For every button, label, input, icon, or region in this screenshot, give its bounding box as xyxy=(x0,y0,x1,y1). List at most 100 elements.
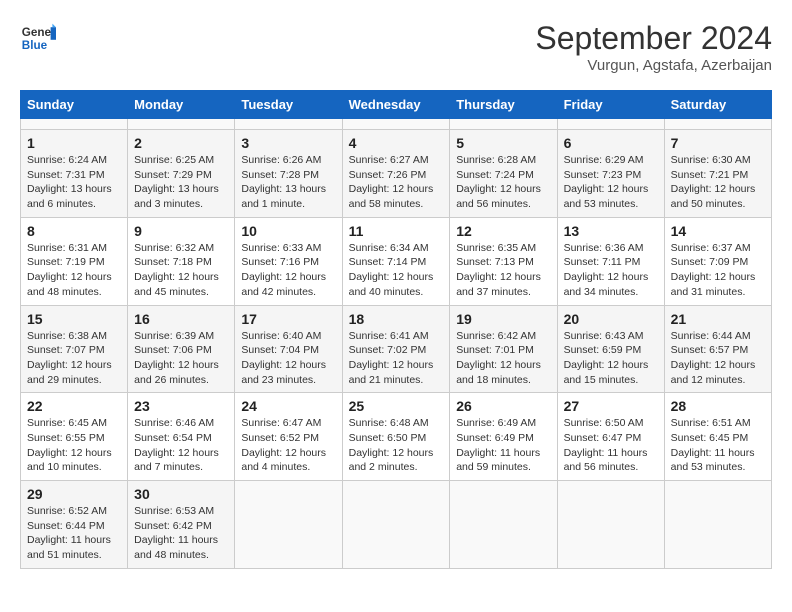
day-info: Sunrise: 6:48 AM Sunset: 6:50 PM Dayligh… xyxy=(349,416,444,475)
day-info: Sunrise: 6:50 AM Sunset: 6:47 PM Dayligh… xyxy=(564,416,658,475)
day-number: 4 xyxy=(349,135,444,151)
day-of-week-header: Sunday xyxy=(21,91,128,119)
day-info: Sunrise: 6:25 AM Sunset: 7:29 PM Dayligh… xyxy=(134,153,228,212)
day-number: 6 xyxy=(564,135,658,151)
day-info: Sunrise: 6:37 AM Sunset: 7:09 PM Dayligh… xyxy=(671,241,765,300)
day-of-week-header: Friday xyxy=(557,91,664,119)
calendar-day-cell xyxy=(450,481,557,569)
calendar-day-cell: 1 Sunrise: 6:24 AM Sunset: 7:31 PM Daylig… xyxy=(21,130,128,218)
calendar-day-cell: 23Sunrise: 6:46 AM Sunset: 6:54 PM Dayli… xyxy=(128,393,235,481)
day-info: Sunrise: 6:29 AM Sunset: 7:23 PM Dayligh… xyxy=(564,153,658,212)
calendar-day-cell: 9 Sunrise: 6:32 AM Sunset: 7:18 PM Daylig… xyxy=(128,217,235,305)
calendar-table: SundayMondayTuesdayWednesdayThursdayFrid… xyxy=(20,90,772,569)
calendar-day-cell: 11Sunrise: 6:34 AM Sunset: 7:14 PM Dayli… xyxy=(342,217,450,305)
day-of-week-header: Monday xyxy=(128,91,235,119)
day-info: Sunrise: 6:51 AM Sunset: 6:45 PM Dayligh… xyxy=(671,416,765,475)
day-number: 5 xyxy=(456,135,550,151)
month-title: September 2024 xyxy=(535,20,772,57)
day-number: 2 xyxy=(134,135,228,151)
logo-icon: General Blue xyxy=(20,20,56,56)
day-info: Sunrise: 6:47 AM Sunset: 6:52 PM Dayligh… xyxy=(241,416,335,475)
page-header: General Blue September 2024 Vurgun, Agst… xyxy=(20,20,772,74)
calendar-day-cell xyxy=(557,481,664,569)
calendar-day-cell: 15Sunrise: 6:38 AM Sunset: 7:07 PM Dayli… xyxy=(21,305,128,393)
day-info: Sunrise: 6:44 AM Sunset: 6:57 PM Dayligh… xyxy=(671,329,765,388)
calendar-day-cell: 3Sunrise: 6:26 AM Sunset: 7:28 PM Daylig… xyxy=(235,130,342,218)
day-number: 17 xyxy=(241,311,335,327)
calendar-day-cell xyxy=(342,119,450,130)
day-number: 1 xyxy=(27,135,121,151)
calendar-day-cell: 22Sunrise: 6:45 AM Sunset: 6:55 PM Dayli… xyxy=(21,393,128,481)
day-info: Sunrise: 6:27 AM Sunset: 7:26 PM Dayligh… xyxy=(349,153,444,212)
calendar-day-cell: 4 Sunrise: 6:27 AM Sunset: 7:26 PM Daylig… xyxy=(342,130,450,218)
calendar-day-cell: 20Sunrise: 6:43 AM Sunset: 6:59 PM Dayli… xyxy=(557,305,664,393)
calendar-day-cell xyxy=(128,119,235,130)
calendar-week-row: 1 Sunrise: 6:24 AM Sunset: 7:31 PM Daylig… xyxy=(21,130,772,218)
calendar-day-cell xyxy=(557,119,664,130)
calendar-day-cell xyxy=(450,119,557,130)
day-number: 26 xyxy=(456,398,550,414)
calendar-day-cell: 17Sunrise: 6:40 AM Sunset: 7:04 PM Dayli… xyxy=(235,305,342,393)
calendar-day-cell: 24 Sunrise: 6:47 AM Sunset: 6:52 PM Dayli… xyxy=(235,393,342,481)
calendar-week-row: 15Sunrise: 6:38 AM Sunset: 7:07 PM Dayli… xyxy=(21,305,772,393)
day-number: 19 xyxy=(456,311,550,327)
day-info: Sunrise: 6:28 AM Sunset: 7:24 PM Dayligh… xyxy=(456,153,550,212)
day-number: 29 xyxy=(27,486,121,502)
day-info: Sunrise: 6:36 AM Sunset: 7:11 PM Dayligh… xyxy=(564,241,658,300)
calendar-day-cell xyxy=(342,481,450,569)
day-number: 3 xyxy=(241,135,335,151)
day-number: 8 xyxy=(27,223,121,239)
day-number: 24 xyxy=(241,398,335,414)
location-subtitle: Vurgun, Agstafa, Azerbaijan xyxy=(535,57,772,74)
calendar-week-row: 8 Sunrise: 6:31 AM Sunset: 7:19 PM Daylig… xyxy=(21,217,772,305)
day-info: Sunrise: 6:31 AM Sunset: 7:19 PM Dayligh… xyxy=(27,241,121,300)
day-number: 18 xyxy=(349,311,444,327)
day-info: Sunrise: 6:35 AM Sunset: 7:13 PM Dayligh… xyxy=(456,241,550,300)
title-section: September 2024 Vurgun, Agstafa, Azerbaij… xyxy=(535,20,772,74)
day-of-week-header: Thursday xyxy=(450,91,557,119)
calendar-day-cell xyxy=(664,119,771,130)
calendar-day-cell xyxy=(235,481,342,569)
calendar-day-cell xyxy=(21,119,128,130)
calendar-day-cell: 7 Sunrise: 6:30 AM Sunset: 7:21 PM Daylig… xyxy=(664,130,771,218)
day-number: 9 xyxy=(134,223,228,239)
logo: General Blue xyxy=(20,20,56,56)
calendar-day-cell: 30Sunrise: 6:53 AM Sunset: 6:42 PM Dayli… xyxy=(128,481,235,569)
calendar-day-cell: 27 Sunrise: 6:50 AM Sunset: 6:47 PM Dayli… xyxy=(557,393,664,481)
calendar-header-row: SundayMondayTuesdayWednesdayThursdayFrid… xyxy=(21,91,772,119)
calendar-day-cell: 2 Sunrise: 6:25 AM Sunset: 7:29 PM Daylig… xyxy=(128,130,235,218)
day-number: 7 xyxy=(671,135,765,151)
day-info: Sunrise: 6:38 AM Sunset: 7:07 PM Dayligh… xyxy=(27,329,121,388)
calendar-day-cell: 8 Sunrise: 6:31 AM Sunset: 7:19 PM Daylig… xyxy=(21,217,128,305)
day-number: 14 xyxy=(671,223,765,239)
calendar-week-row: 29Sunrise: 6:52 AM Sunset: 6:44 PM Dayli… xyxy=(21,481,772,569)
day-number: 27 xyxy=(564,398,658,414)
calendar-day-cell: 19 Sunrise: 6:42 AM Sunset: 7:01 PM Dayli… xyxy=(450,305,557,393)
calendar-day-cell: 12 Sunrise: 6:35 AM Sunset: 7:13 PM Dayli… xyxy=(450,217,557,305)
calendar-day-cell: 10Sunrise: 6:33 AM Sunset: 7:16 PM Dayli… xyxy=(235,217,342,305)
calendar-day-cell: 16 Sunrise: 6:39 AM Sunset: 7:06 PM Dayli… xyxy=(128,305,235,393)
day-info: Sunrise: 6:24 AM Sunset: 7:31 PM Dayligh… xyxy=(27,153,121,212)
calendar-day-cell: 14 Sunrise: 6:37 AM Sunset: 7:09 PM Dayli… xyxy=(664,217,771,305)
day-info: Sunrise: 6:39 AM Sunset: 7:06 PM Dayligh… xyxy=(134,329,228,388)
day-number: 25 xyxy=(349,398,444,414)
day-info: Sunrise: 6:46 AM Sunset: 6:54 PM Dayligh… xyxy=(134,416,228,475)
day-info: Sunrise: 6:42 AM Sunset: 7:01 PM Dayligh… xyxy=(456,329,550,388)
day-number: 12 xyxy=(456,223,550,239)
day-number: 22 xyxy=(27,398,121,414)
calendar-day-cell: 13Sunrise: 6:36 AM Sunset: 7:11 PM Dayli… xyxy=(557,217,664,305)
day-of-week-header: Tuesday xyxy=(235,91,342,119)
calendar-day-cell: 21Sunrise: 6:44 AM Sunset: 6:57 PM Dayli… xyxy=(664,305,771,393)
day-info: Sunrise: 6:41 AM Sunset: 7:02 PM Dayligh… xyxy=(349,329,444,388)
day-number: 10 xyxy=(241,223,335,239)
day-number: 30 xyxy=(134,486,228,502)
svg-text:Blue: Blue xyxy=(22,39,48,52)
day-of-week-header: Saturday xyxy=(664,91,771,119)
day-number: 16 xyxy=(134,311,228,327)
day-info: Sunrise: 6:32 AM Sunset: 7:18 PM Dayligh… xyxy=(134,241,228,300)
calendar-day-cell xyxy=(664,481,771,569)
calendar-week-row xyxy=(21,119,772,130)
day-info: Sunrise: 6:49 AM Sunset: 6:49 PM Dayligh… xyxy=(456,416,550,475)
day-number: 20 xyxy=(564,311,658,327)
day-info: Sunrise: 6:30 AM Sunset: 7:21 PM Dayligh… xyxy=(671,153,765,212)
